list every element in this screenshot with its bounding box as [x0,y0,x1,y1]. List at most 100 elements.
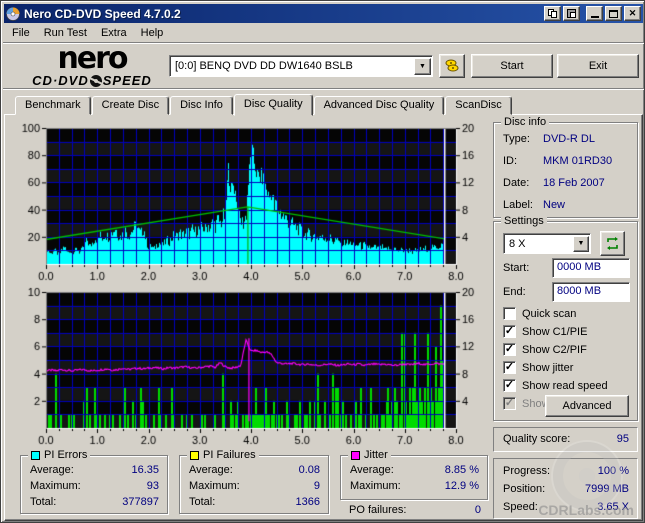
minimize-icon [590,16,599,18]
disc-label-value: New [543,199,566,211]
chevron-down-icon[interactable]: ▼ [414,57,431,75]
position-row: Position: 7999 MB [503,483,629,495]
advanced-button[interactable]: Advanced [545,395,629,417]
quality-score-value: 95 [616,433,629,445]
position-value: 7999 MB [584,483,629,495]
checkbox-box[interactable] [503,379,516,392]
speed-select-value: 8 X [509,237,526,250]
disc-label-row: Label: New [503,199,629,211]
minimize-button[interactable] [586,6,603,21]
scan-start-label: Start: [503,262,530,274]
stat-value: 0.08 [298,464,320,476]
start-button[interactable]: Start [471,54,553,78]
checkbox-show-read-speed[interactable]: Show read speed [503,379,608,392]
jitter-swatch [351,450,360,460]
eject-button[interactable] [439,54,465,78]
checkbox-box[interactable] [503,343,516,356]
stat-value: 1366 [295,496,320,508]
pi-failures-title: PI Failures [203,449,256,461]
refresh-button[interactable] [600,231,625,256]
pages-icon [548,9,557,18]
tab-scandisc[interactable]: ScanDisc [445,96,512,115]
jitter-legend: Jitter [348,449,391,461]
checkbox-label: Show C2/PIF [522,343,587,356]
pi-errors-chart [20,118,484,281]
disc-date-value: 18 Feb 2007 [543,177,605,189]
disc-label-label: Label: [503,199,533,211]
menu-bar: File Run Test Extra Help [5,24,170,42]
nero-logo: nero CD·DVD SPEED [17,41,167,89]
checkbox-show-jitter[interactable]: Show jitter [503,361,573,374]
eject-icon [445,59,459,72]
checkbox-quick-scan[interactable]: Quick scan [503,307,576,320]
jitter-title: Jitter [364,449,388,461]
scan-end-label: End: [503,286,526,298]
stat-value: 12.9 % [444,480,479,492]
pi-failures-jitter-chart [20,282,484,445]
po-failures-row: PO failures: 0 [349,504,481,516]
checkbox-box[interactable] [503,325,516,338]
menu-run-test[interactable]: Run Test [37,25,94,41]
stat-label: Average: [189,464,233,476]
logo-cd-dvd: CD·DVD [32,73,89,88]
drive-select[interactable]: [0:0] BENQ DVD DD DW1640 BSLB ▼ [169,55,433,77]
checkbox-label: Show C1/PIE [522,325,588,338]
scan-start-field[interactable]: 0000 MB [552,258,630,278]
pi-failures-swatch [190,450,199,460]
tab-benchmark[interactable]: Benchmark [15,96,91,115]
tab-strip: Benchmark Create Disc Disc Info Disc Qua… [15,93,513,116]
jitter-group: Jitter Average: 8.85 % Maximum: 12.9 % [340,449,488,500]
stat-value: 93 [146,480,159,492]
title-bar[interactable]: Nero CD-DVD Speed 4.7.0.2 ✕ [4,4,643,23]
position-label: Position: [503,483,546,495]
tab-create-disc[interactable]: Create Disc [91,96,170,115]
checkbox-box [503,397,516,410]
floppy-icon [567,9,576,18]
stat-value: 377897 [122,496,159,508]
app-window: Nero CD-DVD Speed 4.7.0.2 ✕ File Run Tes… [0,0,645,523]
checkbox-show-c2-pif[interactable]: Show C2/PIF [503,343,587,356]
pi-errors-group: PI Errors Average: 16.35 Maximum: 93 Total… [20,449,168,514]
exit-button[interactable]: Exit [557,54,639,78]
disc-info-group: Disc info Type: DVD-R DL ID: MKM 01RD30 … [493,116,638,218]
pi-errors-legend: PI Errors [28,449,91,461]
close-button[interactable]: ✕ [624,6,641,21]
app-icon [6,6,20,21]
tab-disc-quality[interactable]: Disc Quality [233,94,313,116]
tab-disc-info[interactable]: Disc Info [170,96,233,115]
tab-advanced-disc-quality[interactable]: Advanced Disc Quality [313,96,445,115]
scan-end-field[interactable]: 8000 MB [552,282,630,302]
stat-label: Average: [350,464,394,476]
maximize-button[interactable] [605,6,622,21]
disc-id-row: ID: MKM 01RD30 [503,155,629,167]
disc-id-label: ID: [503,155,518,167]
stat-value: 8.85 % [444,464,479,476]
progress-value: 100 % [597,465,629,477]
chevron-down-icon[interactable]: ▼ [573,235,589,252]
nero-logo-sub: CD·DVD SPEED [17,72,167,89]
checkbox-show-c1-pie[interactable]: Show C1/PIE [503,325,587,338]
save-screenshot-button[interactable] [563,6,580,21]
disc-quality-page: Disc info Type: DVD-R DL ID: MKM 01RD30 … [4,114,643,521]
pi-failures-legend: PI Failures [187,449,259,461]
menu-extra[interactable]: Extra [94,25,134,41]
po-failures-label: PO failures: [349,504,407,516]
copy-to-clipboard-button[interactable] [544,6,561,21]
menu-file[interactable]: File [5,25,37,41]
disc-type-label: Type: [503,133,530,145]
logo-speed: SPEED [102,73,152,88]
separator [3,88,644,90]
stat-value: 16.35 [131,464,159,476]
speed-select[interactable]: 8 X ▼ [503,233,591,254]
stat-value: 9 [313,480,320,492]
stat-label: Total: [30,496,57,508]
menu-help[interactable]: Help [134,25,171,41]
checkbox-box[interactable] [503,307,516,320]
checkbox-box[interactable] [503,361,516,374]
stat-label: Maximum: [30,480,81,492]
close-icon: ✕ [628,8,637,18]
disc-date-label: Date: [503,177,530,189]
po-failures-value: 0 [474,504,481,516]
quality-score-row: Quality score: 95 [503,433,629,445]
nero-logo-word: nero [57,41,128,76]
